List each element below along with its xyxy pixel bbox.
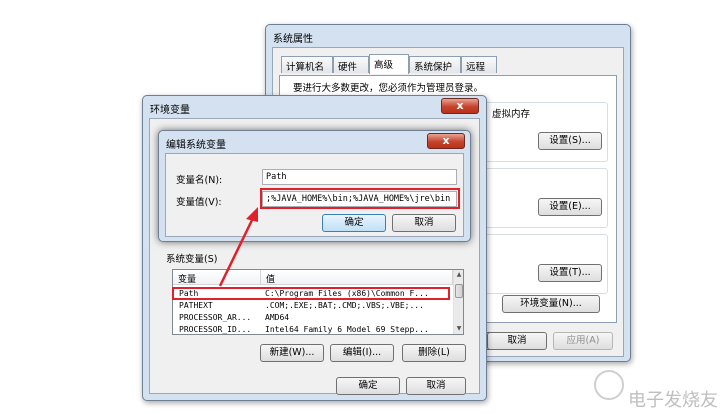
env-ok-button[interactable]: 确定 [336,377,400,395]
row-2-value[interactable]: AMD64 [265,313,445,322]
settings-button-startup[interactable]: 设置(T)... [538,264,602,282]
tab-advanced[interactable]: 高级 [369,54,409,74]
edit-dialog-title: 编辑系统变量 [166,140,226,151]
settings-button-performance[interactable]: 设置(S)... [538,132,602,150]
system-vars-label: 系统变量(S) [166,254,218,265]
var-name-input[interactable]: Path [262,169,457,185]
admin-note: 要进行大多数更改，您必须作为管理员登录。 [293,83,484,94]
edit-ok-button[interactable]: 确定 [322,214,386,232]
close-icon: x [456,99,464,112]
row-1-value[interactable]: .COM;.EXE;.BAT;.CMD;.VBS;.VBE;... [265,301,445,310]
edit-cancel-button[interactable]: 取消 [392,214,456,232]
watermark-logo-icon [594,370,624,400]
environment-variables-button[interactable]: 环境变量(N)... [502,295,600,313]
system-properties-title: 系统属性 [273,34,313,45]
sysprops-apply-button[interactable]: 应用(A) [553,332,613,350]
sysprops-cancel-button-2[interactable]: 取消 [487,332,547,350]
scroll-thumb[interactable] [455,284,463,298]
col-header-value[interactable]: 值 [261,270,453,285]
system-vars-list[interactable]: 变量 值 Path C:\Program Files (x86)\Common … [172,269,464,335]
row-3-name[interactable]: PROCESSOR_ID... [179,325,251,334]
var-value-label: 变量值(V): [176,197,222,208]
edit-dialog-client: 变量名(N): Path 变量值(V): ;%JAVA_HOME%\bin;%J… [165,153,464,237]
tab-system-protection[interactable]: 系统保护 [409,56,461,73]
environment-variables-title: 环境变量 [150,105,190,116]
row-1-name[interactable]: PATHEXT [179,301,213,310]
close-icon: x [442,134,450,147]
list-scrollbar[interactable]: ▲ ▼ [453,270,463,334]
row-3-value[interactable]: Intel64 Family 6 Model 69 Stepp... [265,325,445,334]
tab-hardware[interactable]: 硬件 [333,56,369,73]
env-cancel-button[interactable]: 取消 [406,377,466,395]
tab-remote[interactable]: 远程 [461,56,497,73]
var-name-label: 变量名(N): [176,175,223,186]
path-row-highlight [172,287,450,300]
scroll-down-icon[interactable]: ▼ [454,324,463,334]
settings-button-profile[interactable]: 设置(E)... [538,198,602,216]
delete-var-button[interactable]: 删除(L) [402,344,466,362]
scroll-up-icon[interactable]: ▲ [454,270,463,280]
env-close-button[interactable]: x [441,98,479,114]
col-header-variable[interactable]: 变量 [173,270,261,285]
watermark-text: 电子发烧友 [628,390,718,411]
tab-computer-name[interactable]: 计算机名 [281,56,333,73]
edit-close-button[interactable]: x [427,133,465,149]
row-2-name[interactable]: PROCESSOR_AR... [179,313,251,322]
new-var-button[interactable]: 新建(W)... [260,344,324,362]
value-field-highlight [260,188,460,209]
edit-var-button[interactable]: 编辑(I)... [330,344,394,362]
edit-system-variable-dialog: 编辑系统变量 x 变量名(N): Path 变量值(V): ;%JAVA_HOM… [158,130,471,242]
